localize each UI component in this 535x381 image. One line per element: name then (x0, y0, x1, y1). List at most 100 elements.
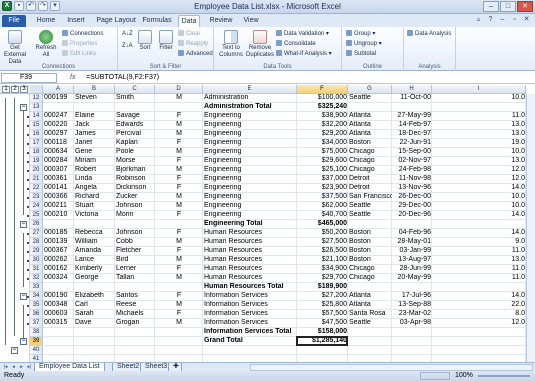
cell-c25[interactable]: Morin (115, 211, 155, 220)
cell-d16[interactable]: M (155, 130, 203, 139)
collapse-admin-button[interactable]: − (20, 104, 27, 111)
row-header-15[interactable]: 15 (30, 121, 43, 130)
cell-g17[interactable]: Boston (348, 139, 392, 148)
cell-i29[interactable]: 11.0 (432, 247, 526, 256)
cell-c37[interactable]: Grogan (115, 319, 155, 328)
cell-c16[interactable]: Percival (115, 130, 155, 139)
cell-c21[interactable]: Robinson (115, 175, 155, 184)
cell-a33[interactable] (43, 283, 74, 292)
cell-a15[interactable]: 000220 (43, 121, 74, 130)
cell-i24[interactable]: 10.0 (432, 202, 526, 211)
group-button[interactable]: Group ▾ (346, 30, 375, 38)
cell-d39[interactable] (155, 337, 203, 346)
data-analysis-button[interactable]: Data Analysis (407, 30, 451, 38)
cell-b31[interactable]: Kimberly (74, 265, 115, 274)
cell-a31[interactable]: 000162 (43, 265, 74, 274)
column-header-c[interactable]: C (115, 85, 155, 94)
cell-a17[interactable]: 000118 (43, 139, 74, 148)
cell-c28[interactable]: Cobb (115, 238, 155, 247)
cell-b30[interactable]: Lance (74, 256, 115, 265)
consolidate-button[interactable]: Consolidate (276, 40, 316, 48)
cell-i33[interactable] (432, 283, 526, 292)
cell-c39[interactable] (115, 337, 155, 346)
cell-g26[interactable] (348, 220, 392, 229)
cell-e13[interactable]: Administration Total (203, 103, 297, 112)
cell-h16[interactable]: 18-Dec-97 (392, 130, 432, 139)
select-all-corner[interactable] (30, 85, 43, 94)
cell-d25[interactable]: F (155, 211, 203, 220)
cell-a21[interactable]: 000361 (43, 175, 74, 184)
tab-file[interactable]: File (2, 15, 26, 27)
column-header-i[interactable]: I (432, 85, 526, 94)
cell-a24[interactable]: 000211 (43, 202, 74, 211)
cell-e32[interactable]: Human Resources (203, 274, 297, 283)
cell-c26[interactable] (115, 220, 155, 229)
cell-f15[interactable]: $32,200 (297, 121, 348, 130)
cell-f40[interactable] (297, 346, 348, 355)
cell-b24[interactable]: Stuart (74, 202, 115, 211)
cell-i13[interactable] (432, 103, 526, 112)
zoom-slider[interactable] (478, 375, 530, 377)
cell-f36[interactable]: $57,500 (297, 310, 348, 319)
cell-h21[interactable]: 11-Nov-98 (392, 175, 432, 184)
cell-b36[interactable]: Sarah (74, 310, 115, 319)
cell-g29[interactable]: Boston (348, 247, 392, 256)
cell-g38[interactable] (348, 328, 392, 337)
cell-g36[interactable]: Santa Rosa (348, 310, 392, 319)
prev-sheet-icon[interactable]: ◂ (10, 364, 17, 371)
row-header-18[interactable]: 18 (30, 148, 43, 157)
cell-h27[interactable]: 04-Feb-96 (392, 229, 432, 238)
cell-i19[interactable]: 13.0 (432, 157, 526, 166)
row-header-22[interactable]: 22 (30, 184, 43, 193)
column-header-a[interactable]: A (43, 85, 74, 94)
minimize-ribbon-icon[interactable]: ▵ (474, 16, 483, 25)
cell-i12[interactable]: 10.0 (432, 94, 526, 103)
cell-e28[interactable]: Human Resources (203, 238, 297, 247)
maximize-button[interactable]: □ (500, 1, 516, 12)
row-header-40[interactable]: 40 (30, 346, 43, 355)
cell-f24[interactable]: $62,000 (297, 202, 348, 211)
sort-button[interactable]: Sort (134, 30, 156, 52)
cell-a23[interactable]: 000366 (43, 193, 74, 202)
cell-c35[interactable]: Reese (115, 301, 155, 310)
outline-level-3[interactable]: 3 (20, 86, 28, 93)
row-header-16[interactable]: 16 (30, 130, 43, 139)
cell-b34[interactable]: Elizabeth (74, 292, 115, 301)
cell-f16[interactable]: $29,200 (297, 130, 348, 139)
cell-d36[interactable]: F (155, 310, 203, 319)
cell-h33[interactable] (392, 283, 432, 292)
cell-h40[interactable] (392, 346, 432, 355)
cell-h20[interactable]: 24-Feb-98 (392, 166, 432, 175)
cell-c31[interactable]: Lerner (115, 265, 155, 274)
cell-e16[interactable]: Engineering (203, 130, 297, 139)
cell-g14[interactable]: Atlanta (348, 112, 392, 121)
cell-g35[interactable]: Atlanta (348, 301, 392, 310)
cell-b12[interactable]: Steven (74, 94, 115, 103)
cell-f19[interactable]: $29,600 (297, 157, 348, 166)
cell-g33[interactable] (348, 283, 392, 292)
row-header-36[interactable]: 36 (30, 310, 43, 319)
row-header-26[interactable]: 26 (30, 220, 43, 229)
tab-view[interactable]: View (240, 15, 262, 27)
cell-b39[interactable] (74, 337, 115, 346)
cell-a36[interactable]: 000603 (43, 310, 74, 319)
cell-e12[interactable]: Administration (203, 94, 297, 103)
cell-b25[interactable]: Victoria (74, 211, 115, 220)
cell-e38[interactable]: Information Services Total (203, 328, 297, 337)
cell-h18[interactable]: 15-Sep-00 (392, 148, 432, 157)
cell-e19[interactable]: Engineering (203, 157, 297, 166)
cell-i31[interactable]: 11.0 (432, 265, 526, 274)
cell-f31[interactable]: $34,900 (297, 265, 348, 274)
data-validation-button[interactable]: Data Validation ▾ (276, 30, 329, 38)
tab-review[interactable]: Review (207, 15, 235, 27)
cell-g27[interactable]: Boston (348, 229, 392, 238)
cell-e31[interactable]: Human Resources (203, 265, 297, 274)
cell-b27[interactable]: Rebecca (74, 229, 115, 238)
cell-d32[interactable]: M (155, 274, 203, 283)
row-header-32[interactable]: 32 (30, 274, 43, 283)
last-sheet-icon[interactable]: ▸| (26, 364, 33, 371)
cell-i26[interactable] (432, 220, 526, 229)
cell-b40[interactable] (74, 346, 115, 355)
cell-c12[interactable]: Smith (115, 94, 155, 103)
cell-b22[interactable]: Angela (74, 184, 115, 193)
